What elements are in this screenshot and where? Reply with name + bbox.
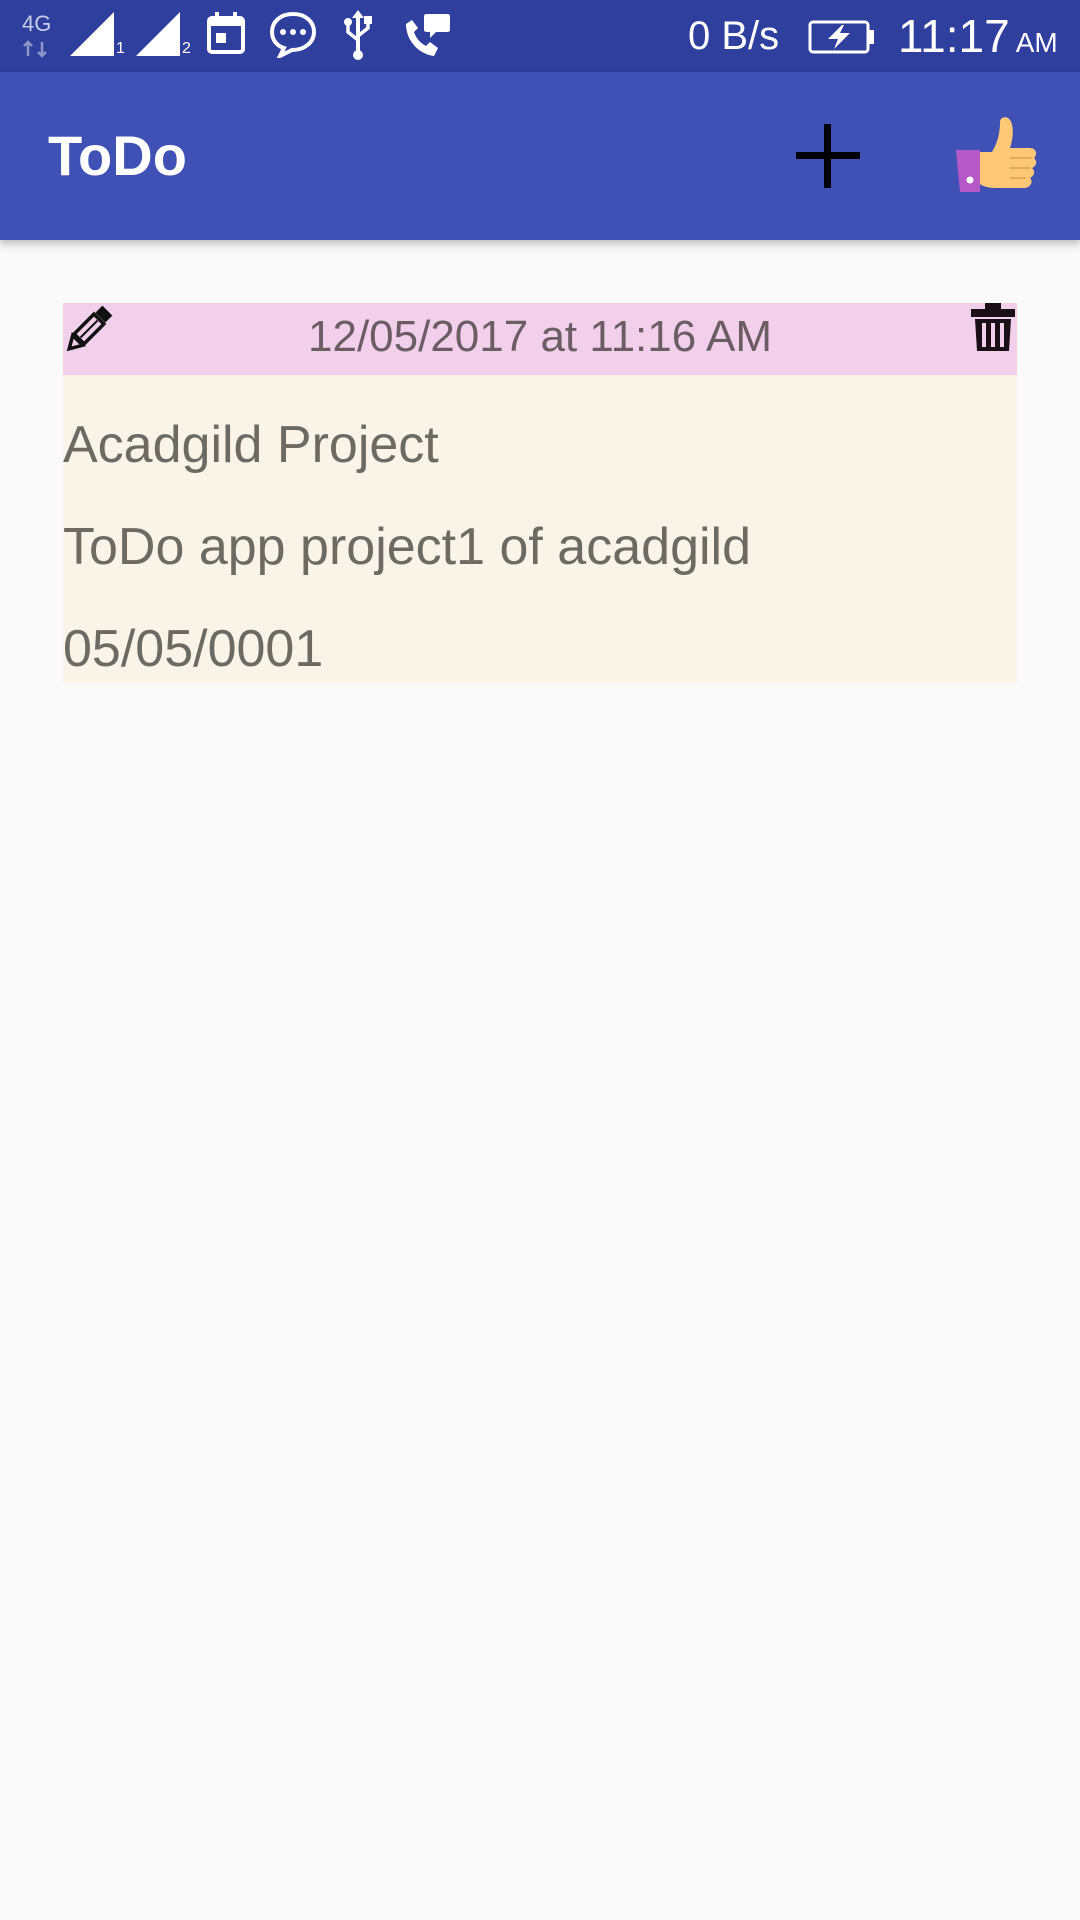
app-title: ToDo xyxy=(48,124,187,187)
network-speed: 0 B/s xyxy=(688,14,780,58)
app-bar: ToDo xyxy=(0,72,1080,240)
pencil-icon xyxy=(66,305,113,352)
status-bar: 4G 1 2 0 B/s 11:17 AM xyxy=(0,0,1080,72)
delete-todo-button[interactable] xyxy=(969,303,1017,353)
add-todo-button[interactable] xyxy=(790,118,866,194)
sim1-label: 1 xyxy=(116,40,125,57)
status-clock: 11:17 AM xyxy=(898,10,1058,69)
call-message-icon xyxy=(400,10,452,60)
signal-sim2-icon: 2 xyxy=(134,10,194,58)
todo-item-card[interactable]: 12/05/2017 at 11:16 AM Acadgild Project … xyxy=(63,303,1017,683)
clock-ampm: AM xyxy=(1015,27,1058,58)
todo-card-header: 12/05/2017 at 11:16 AM xyxy=(63,303,1017,375)
battery-charging-icon xyxy=(808,20,876,58)
like-button[interactable] xyxy=(954,116,1038,196)
todo-due-date: 05/05/0001 xyxy=(63,620,324,678)
clock-time: 11:17 xyxy=(898,10,1010,62)
edit-todo-button[interactable] xyxy=(63,303,115,355)
trash-icon xyxy=(971,303,1015,351)
plus-icon xyxy=(796,124,860,188)
message-icon xyxy=(268,10,318,61)
todo-card-body: Acadgild Project ToDo app project1 of ac… xyxy=(63,375,1017,683)
calendar-icon xyxy=(206,10,246,58)
signal-sim1-icon: 1 xyxy=(68,10,128,58)
todo-created-date: 12/05/2017 at 11:16 AM xyxy=(308,312,772,361)
usb-icon xyxy=(340,10,376,60)
todo-description: ToDo app project1 of acadgild xyxy=(63,518,752,576)
todo-title: Acadgild Project xyxy=(63,416,439,474)
network-4g-icon: 4G xyxy=(22,12,56,60)
thumbs-up-icon xyxy=(956,117,1037,192)
sim2-label: 2 xyxy=(182,40,191,57)
